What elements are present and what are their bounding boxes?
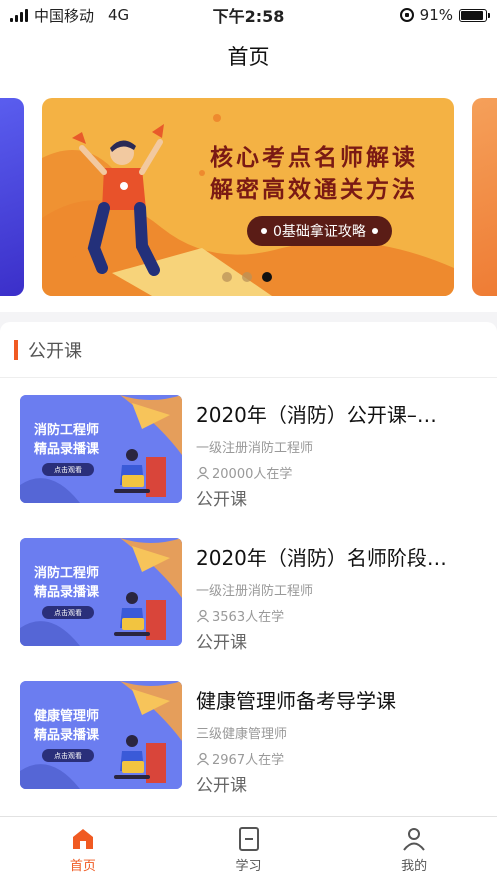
thumbnail-title-line1: 消防工程师	[34, 566, 100, 581]
banner-next-slide[interactable]	[472, 98, 497, 296]
user-icon	[196, 752, 210, 765]
thumbnail-title-line2: 精品录播课	[34, 728, 100, 743]
tab-study-label: 学习	[235, 859, 262, 874]
tab-study[interactable]: 学习	[166, 817, 332, 883]
banner-pill-label: 0基础拿证攻略	[273, 224, 366, 240]
course-title[interactable]: 健康管理师备考导学课	[196, 685, 481, 714]
course-item[interactable]: 健康管理师 精品录播课 点击观看 健康管理师备考导学课 三级健康管理师 2967…	[0, 681, 497, 801]
battery-percent: 91%	[419, 6, 453, 24]
banner-headline-line1: 核心考点名师解读	[210, 145, 418, 171]
tab-profile-label: 我的	[401, 859, 428, 874]
thumbnail-watch-button: 点击观看	[42, 606, 94, 619]
banner-headline-line2: 解密高效通关方法	[210, 177, 418, 203]
home-icon	[72, 829, 93, 849]
course-learners: 20000人在学	[196, 463, 292, 482]
course-item[interactable]: 消防工程师 精品录播课 点击观看 2020年（消防）公开课–… 一级注册消防工程…	[0, 395, 497, 515]
course-subtitle: 一级注册消防工程师	[196, 584, 314, 599]
signal-icon	[10, 8, 28, 22]
status-bar: 中国移动 4G 下午2:58 91%	[0, 0, 497, 30]
thumbnail-title: 消防工程师 精品录播课	[34, 564, 99, 602]
thumbnail-title-line1: 消防工程师	[34, 423, 100, 438]
carousel-dot[interactable]	[242, 272, 252, 282]
course-title[interactable]: 2020年（消防）公开课–…	[196, 399, 481, 428]
profile-icon	[403, 828, 425, 851]
user-icon	[196, 609, 210, 622]
course-thumbnail[interactable]: 消防工程师 精品录播课 点击观看	[20, 538, 182, 646]
orientation-lock-icon	[399, 8, 414, 22]
bullet-icon	[371, 228, 378, 234]
tab-home[interactable]: 首页	[0, 817, 166, 883]
banner-slide[interactable]: 核心考点名师解读 解密高效通关方法 0基础拿证攻略	[42, 98, 454, 296]
tab-home-label: 首页	[69, 859, 96, 874]
course-type: 公开课	[196, 633, 247, 653]
page-title: 首页	[227, 45, 270, 69]
thumbnail-title-line2: 精品录播课	[34, 585, 100, 600]
carousel-indicator	[222, 272, 272, 282]
course-learners-count: 2967人在学	[212, 753, 285, 768]
thumbnail-title-line2: 精品录播课	[34, 442, 100, 457]
nav-bar: 首页	[0, 30, 497, 82]
banner-pill-button[interactable]: 0基础拿证攻略	[247, 216, 392, 246]
status-right: 91%	[399, 6, 490, 24]
tab-profile[interactable]: 我的	[331, 817, 497, 883]
carousel-dot-active[interactable]	[262, 272, 272, 282]
course-type: 公开课	[196, 776, 247, 796]
thumbnail-title: 消防工程师 精品录播课	[34, 421, 99, 459]
thumbnail-title-line1: 健康管理师	[34, 709, 100, 724]
course-type: 公开课	[196, 490, 247, 510]
carrier-label: 中国移动	[34, 6, 95, 25]
course-thumbnail[interactable]: 消防工程师 精品录播课 点击观看	[20, 395, 182, 503]
course-learners-count: 3563人在学	[212, 610, 285, 625]
thumbnail-watch-button: 点击观看	[42, 463, 94, 476]
course-learners: 2967人在学	[196, 749, 284, 768]
course-learners-count: 20000人在学	[212, 467, 293, 482]
banner-carousel[interactable]: 核心考点名师解读 解密高效通关方法 0基础拿证攻略	[0, 82, 497, 312]
course-title[interactable]: 2020年（消防）名师阶段…	[196, 542, 481, 571]
status-left: 中国移动 4G	[10, 5, 129, 26]
section-title: 公开课	[28, 340, 82, 362]
thumbnail-watch-button: 点击观看	[42, 749, 94, 762]
bottom-tab-bar: 首页 学习 我的	[0, 816, 497, 883]
course-learners: 3563人在学	[196, 606, 284, 625]
course-thumbnail[interactable]: 健康管理师 精品录播课 点击观看	[20, 681, 182, 789]
carousel-dot[interactable]	[222, 272, 232, 282]
section-header: 公开课	[0, 322, 497, 378]
section-accent-bar	[14, 339, 18, 360]
course-subtitle: 三级健康管理师	[196, 727, 288, 742]
thumbnail-title: 健康管理师 精品录播课	[34, 707, 99, 745]
study-icon	[238, 827, 259, 851]
banner-headline: 核心考点名师解读 解密高效通关方法	[184, 142, 444, 206]
user-icon	[196, 466, 210, 479]
battery-fill	[461, 10, 483, 20]
course-subtitle: 一级注册消防工程师	[196, 441, 314, 456]
course-item[interactable]: 消防工程师 精品录播课 点击观看 2020年（消防）名师阶段… 一级注册消防工程…	[0, 538, 497, 658]
banner-prev-slide[interactable]	[0, 98, 24, 296]
network-label: 4G	[108, 6, 130, 24]
bullet-icon	[261, 228, 267, 234]
battery-icon	[459, 8, 490, 22]
